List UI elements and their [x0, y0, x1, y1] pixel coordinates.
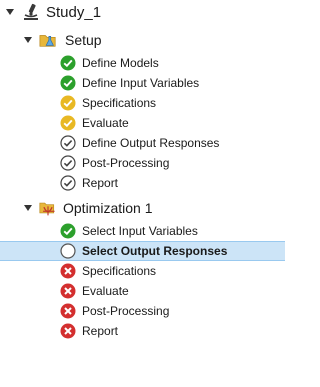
tree-item-evaluate[interactable]: Evaluate: [0, 113, 285, 133]
error-x-icon: [59, 302, 77, 320]
study-label: Study_1: [46, 3, 102, 21]
item-label: Define Input Variables: [82, 76, 200, 90]
item-label: Select Input Variables: [82, 224, 198, 238]
item-label: Report: [82, 176, 119, 190]
folder-flask-icon: [39, 31, 57, 49]
warning-check-icon: [59, 94, 77, 112]
error-x-icon: [59, 322, 77, 340]
error-x-icon: [59, 282, 77, 300]
item-label: Report: [82, 324, 119, 338]
tree-item-specifications[interactable]: Specifications: [0, 93, 285, 113]
setup-label: Setup: [65, 32, 102, 48]
tree-item-define-models[interactable]: Define Models: [0, 53, 285, 73]
item-label: Define Output Responses: [82, 136, 220, 150]
tree-item-select-input-variables[interactable]: Select Input Variables: [0, 221, 285, 241]
tree-item-specifications[interactable]: Specifications: [0, 261, 285, 281]
item-label: Specifications: [82, 264, 157, 278]
expand-arrow-icon[interactable]: [4, 6, 16, 18]
tree-node-optimization[interactable]: Optimization 1: [0, 198, 285, 218]
empty-circle-icon: [59, 242, 77, 260]
item-label: Select Output Responses: [82, 244, 228, 258]
item-label: Define Models: [82, 56, 159, 70]
optimization-label: Optimization 1: [63, 200, 153, 216]
warning-check-icon: [59, 114, 77, 132]
check-circle-icon: [59, 54, 77, 72]
tree-node-setup[interactable]: Setup: [0, 30, 285, 50]
item-label: Evaluate: [82, 116, 129, 130]
tree-item-report[interactable]: Report: [0, 321, 285, 341]
item-label: Evaluate: [82, 284, 129, 298]
tree-item-post-processing[interactable]: Post-Processing: [0, 301, 285, 321]
outline-check-icon: [59, 134, 77, 152]
microscope-icon: [22, 3, 40, 21]
tree-item-define-output-responses[interactable]: Define Output Responses: [0, 133, 285, 153]
expand-arrow-icon[interactable]: [22, 34, 34, 46]
error-x-icon: [59, 262, 77, 280]
item-label: Specifications: [82, 96, 157, 110]
tree-node-study[interactable]: Study_1: [0, 2, 285, 22]
item-label: Post-Processing: [82, 304, 170, 318]
folder-optimization-icon: [39, 199, 57, 217]
expand-arrow-icon[interactable]: [22, 202, 34, 214]
tree-item-define-input-variables[interactable]: Define Input Variables: [0, 73, 285, 93]
item-label: Post-Processing: [82, 156, 170, 170]
check-circle-icon: [59, 74, 77, 92]
outline-check-icon: [59, 154, 77, 172]
tree-item-report[interactable]: Report: [0, 173, 285, 193]
outline-check-icon: [59, 174, 77, 192]
tree-item-select-output-responses[interactable]: Select Output Responses: [0, 241, 285, 261]
tree-item-post-processing[interactable]: Post-Processing: [0, 153, 285, 173]
tree-item-evaluate[interactable]: Evaluate: [0, 281, 285, 301]
check-circle-icon: [59, 222, 77, 240]
